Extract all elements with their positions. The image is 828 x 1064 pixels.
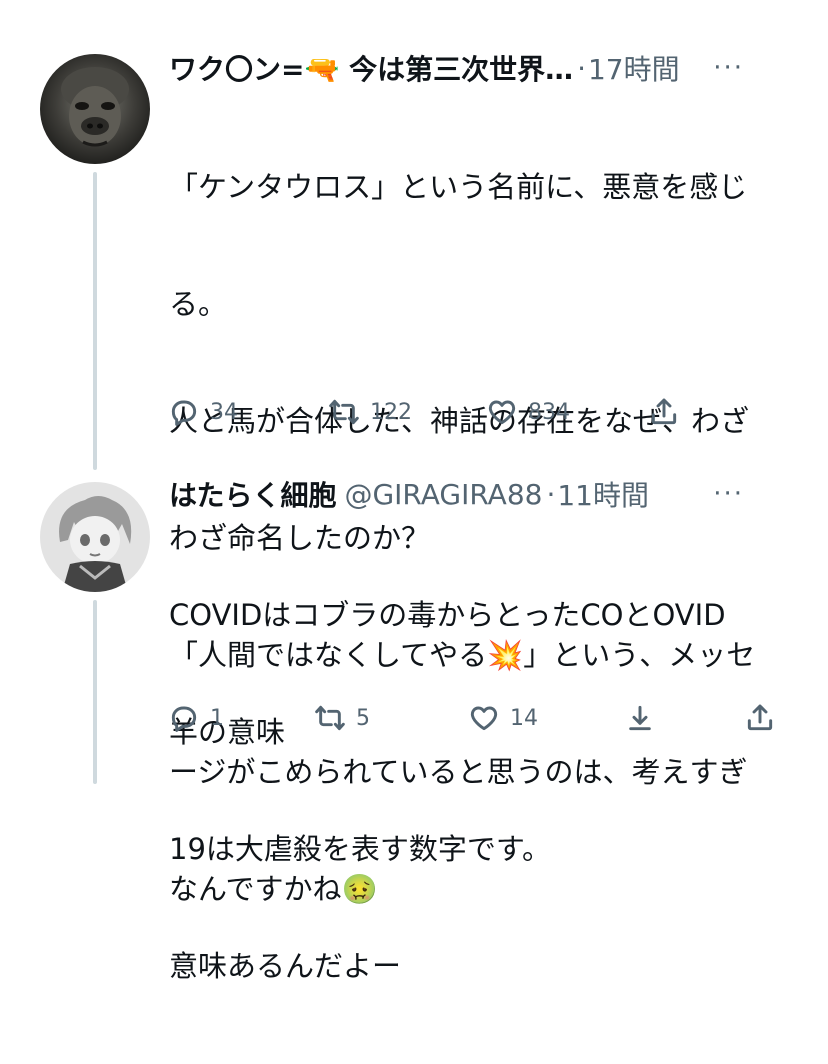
tweet-text-line: 人と馬が合体した、神話の存在をなぜ、わざ [169, 404, 750, 438]
tweet-text-line: 19は大虐殺を表す数字です。 [169, 832, 552, 866]
retweet-count: 122 [370, 399, 412, 425]
retweet-icon [329, 399, 359, 425]
retweet-icon [315, 705, 345, 731]
thread-line-1 [93, 172, 97, 470]
avatar-anime-character[interactable] [40, 482, 150, 592]
gorilla-avatar-image [40, 54, 150, 164]
like-button[interactable]: 834 [486, 392, 570, 432]
tweet-text-line: 「ケンタウロス」という名前に、悪意を感じ [169, 170, 748, 204]
share-icon [651, 398, 677, 425]
tweet-text-line: る。 [169, 287, 228, 321]
reply-button[interactable]: 34 [168, 392, 238, 432]
download-button[interactable] [624, 698, 656, 738]
like-icon [470, 706, 498, 731]
more-icon[interactable]: ··· [713, 53, 744, 83]
thread-line-2 [93, 600, 97, 784]
like-button[interactable]: 14 [468, 698, 538, 738]
share-icon [747, 704, 773, 731]
tweet-header: ワク〇ン=🔫 今は第三次世界… · 17時間 ··· [169, 48, 788, 88]
reply-button[interactable]: 1 [168, 698, 224, 738]
tweet-header: はたらく細胞 @GIRAGIRA88 · 11時間 ··· [169, 474, 788, 514]
tweet-text: COVIDはコブラの毒からとったCOとOVID 羊の意味 19は大虐殺を表す数字… [169, 518, 784, 1064]
separator-dot: · [546, 477, 556, 511]
timestamp[interactable]: 11時間 [557, 474, 649, 514]
share-button[interactable] [744, 698, 776, 738]
download-icon [629, 705, 651, 731]
reply-count: 1 [210, 705, 224, 731]
like-count: 14 [510, 705, 538, 731]
avatar-gorilla[interactable] [40, 54, 150, 164]
timestamp[interactable]: 17時間 [588, 48, 680, 88]
character-avatar-image [40, 482, 150, 592]
user-handle[interactable]: @GIRAGIRA88 [344, 478, 542, 511]
separator-dot: · [577, 51, 586, 85]
display-name[interactable]: はたらく細胞 [169, 474, 336, 514]
tweet-text-line: COVIDはコブラの毒からとったCOとOVID [169, 598, 726, 632]
like-count: 834 [528, 399, 570, 425]
like-icon [488, 400, 516, 425]
retweet-button[interactable]: 5 [314, 698, 370, 738]
retweet-count: 5 [356, 705, 370, 731]
reply-icon [171, 706, 197, 732]
share-button[interactable] [648, 392, 680, 432]
reply-icon [171, 400, 197, 426]
more-icon[interactable]: ··· [713, 479, 744, 509]
tweet-text-line: 意味あるんだよー [169, 949, 402, 983]
display-name[interactable]: ワク〇ン=🔫 今は第三次世界… [169, 48, 573, 88]
retweet-button[interactable]: 122 [328, 392, 412, 432]
reply-count: 34 [210, 399, 238, 425]
